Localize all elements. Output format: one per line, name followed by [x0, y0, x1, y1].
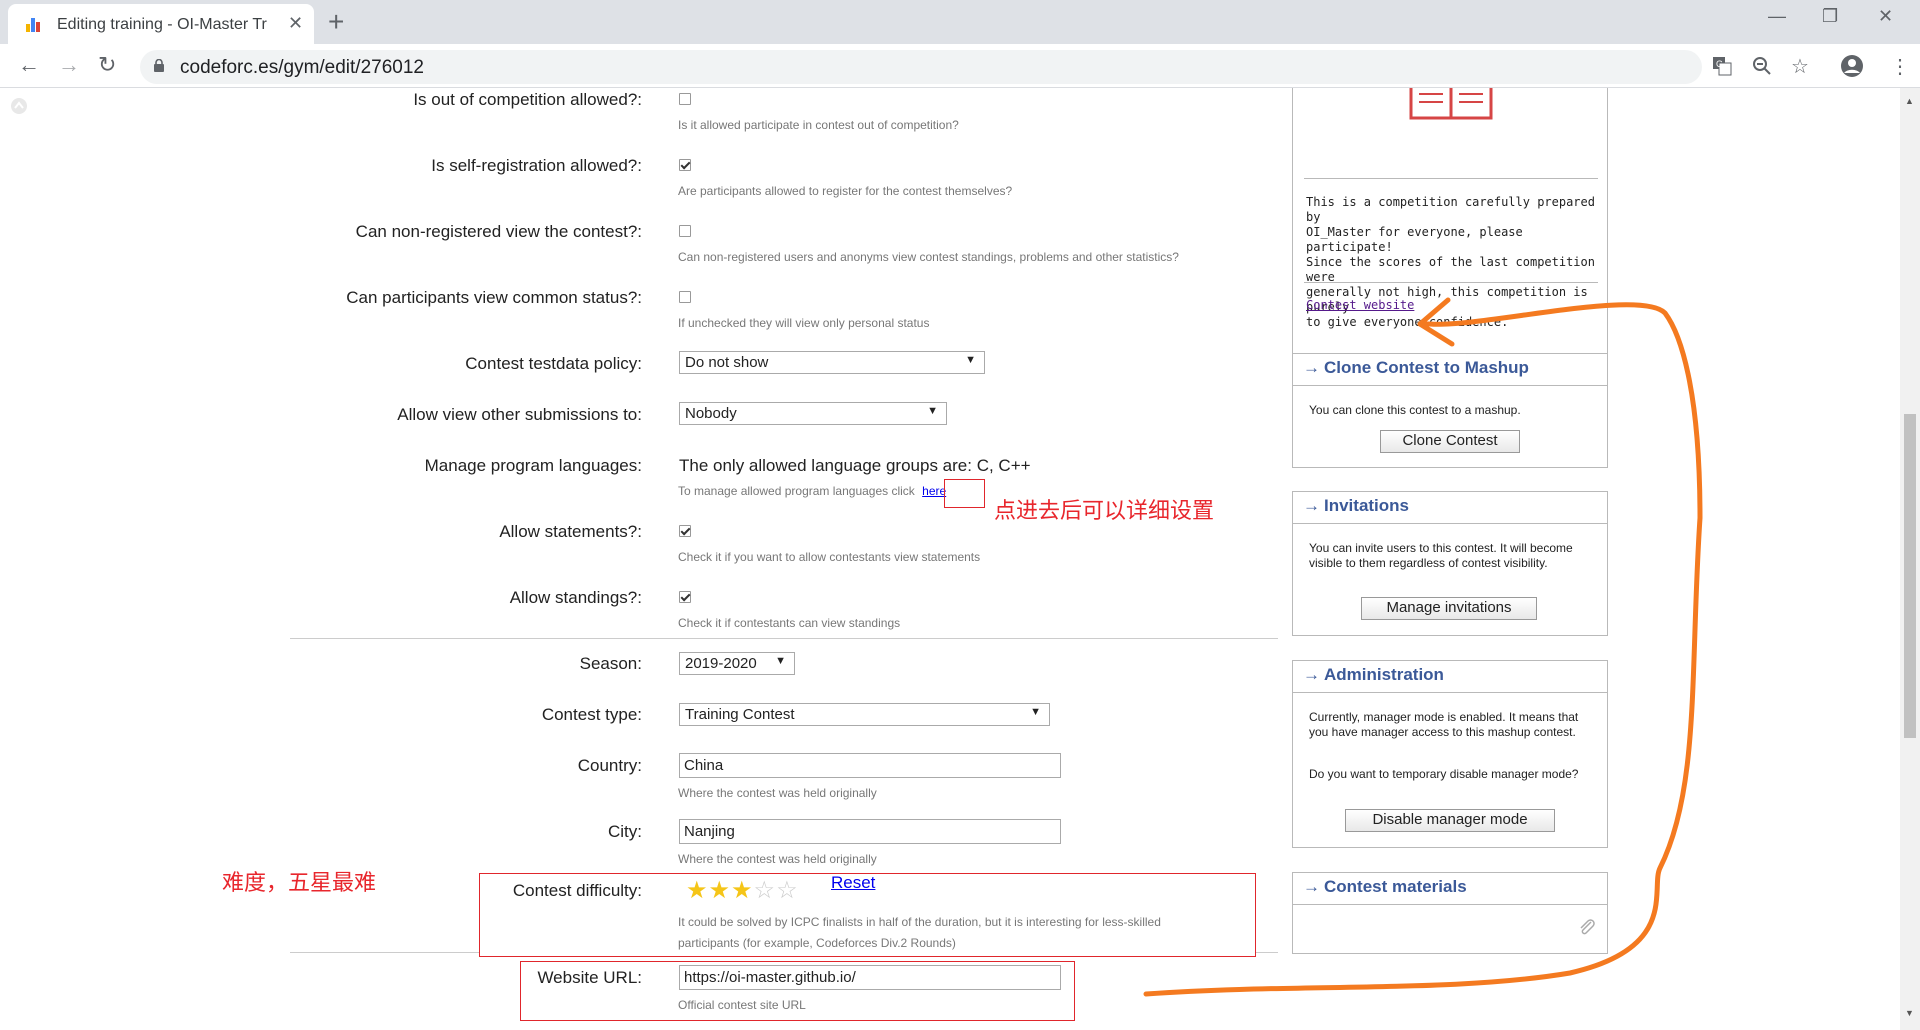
zoom-out-icon[interactable]: [1752, 56, 1772, 76]
reload-icon[interactable]: ↻: [98, 52, 116, 78]
scroll-down-arrow-icon[interactable]: ▼: [1905, 1008, 1914, 1018]
chart-favicon-icon: [26, 18, 42, 32]
browser-tab[interactable]: Editing training - OI-Master Tr ✕: [8, 4, 314, 44]
address-bar[interactable]: codeforc.es/gym/edit/276012: [140, 50, 1702, 84]
translate-icon[interactable]: G: [1712, 56, 1732, 76]
tab-title: Editing training - OI-Master Tr: [57, 16, 267, 33]
browser-toolbar: ← → ↻ codeforc.es/gym/edit/276012 G ☆ ⋮: [0, 44, 1920, 88]
vertical-scrollbar[interactable]: ▲ ▼: [1900, 88, 1920, 1030]
scroll-up-arrow-icon[interactable]: ▲: [1905, 96, 1914, 106]
lock-icon: [154, 59, 164, 72]
new-tab-button[interactable]: +: [328, 6, 344, 38]
svg-text:G: G: [1716, 59, 1723, 69]
forward-icon[interactable]: →: [58, 52, 80, 78]
minimize-icon[interactable]: —: [1768, 6, 1786, 27]
menu-kebab-icon[interactable]: ⋮: [1890, 54, 1910, 79]
scrollbar-thumb[interactable]: [1904, 414, 1916, 738]
restore-icon[interactable]: ❐: [1822, 6, 1838, 27]
url-text: codeforc.es/gym/edit/276012: [180, 57, 424, 78]
close-window-icon[interactable]: ✕: [1878, 6, 1893, 27]
tab-bar: Editing training - OI-Master Tr ✕ + — ❐ …: [0, 0, 1920, 44]
tab-close-icon[interactable]: ✕: [288, 13, 303, 34]
orange-arrow-annotation: [1143, 297, 1703, 997]
star-bookmark-icon[interactable]: ☆: [1791, 54, 1809, 79]
back-icon[interactable]: ←: [18, 52, 40, 78]
page-content: Is out of competition allowed?: Is it al…: [0, 88, 1900, 1030]
profile-avatar-icon[interactable]: [1840, 54, 1864, 78]
